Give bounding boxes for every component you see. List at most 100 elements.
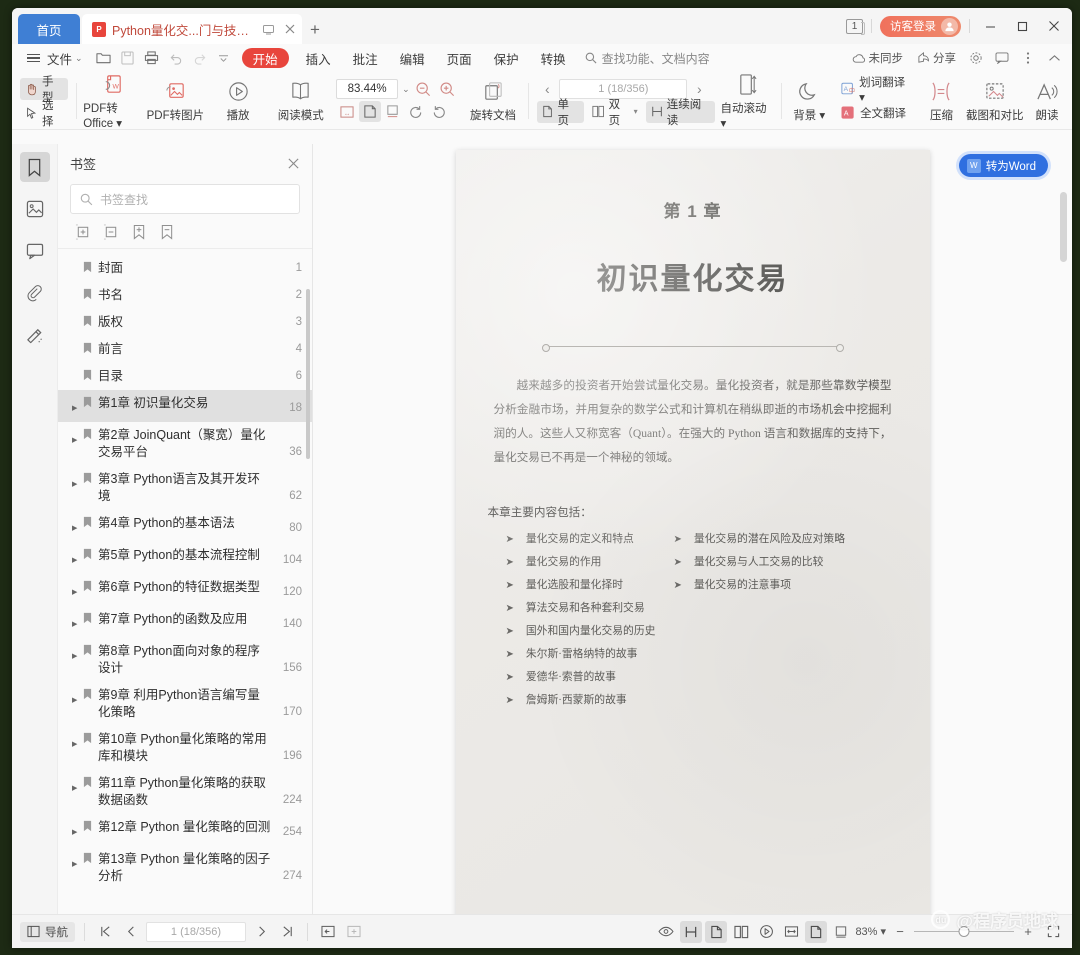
tab-convert[interactable]: 转换 — [530, 49, 577, 68]
bookmark-list-container[interactable]: 封面 1 书名 2 版权 3 前言 4 目录 6 ▶ 第1章 初识量化交易 18 ▶ 第2章 JoinQua… — [58, 248, 312, 914]
bookmark-item[interactable]: ▶ 第9章 利用Python语言编写量化策略 170 — [58, 682, 312, 726]
rotate-document-button[interactable]: 旋转文档 — [462, 79, 525, 123]
dual-page-view-button[interactable] — [730, 921, 752, 943]
redo-icon[interactable] — [188, 47, 212, 69]
auto-scroll-button[interactable]: 自动滚动 ▾ — [719, 72, 778, 130]
viewer-scrollbar[interactable] — [1060, 192, 1067, 262]
next-page-button[interactable] — [250, 921, 272, 943]
prev-page-button[interactable]: ‹ — [537, 79, 557, 99]
single-page-view-button[interactable] — [705, 920, 728, 943]
expand-caret-icon[interactable]: ▶ — [72, 819, 83, 841]
bookmark-item[interactable]: 版权 3 — [58, 309, 312, 336]
bookmark-options-icon[interactable] — [158, 223, 176, 241]
tab-home[interactable]: 首页 — [18, 14, 80, 44]
bookmark-item[interactable]: ▶ 第6章 Python的特征数据类型 120 — [58, 574, 312, 606]
screenshot-compare-button[interactable]: 截图和对比 — [963, 79, 1026, 123]
select-tool-button[interactable]: 选择 — [20, 100, 68, 128]
rail-signature-icon[interactable] — [20, 320, 50, 350]
bookmark-item[interactable]: ▶ 第8章 Python面向对象的程序设计 156 — [58, 638, 312, 682]
rail-bookmark-icon[interactable] — [19, 152, 50, 182]
pdf-to-office-button[interactable]: W PDF转Office ▾ — [81, 72, 144, 130]
open-folder-icon[interactable] — [92, 47, 116, 69]
expand-caret-icon[interactable]: ▶ — [72, 643, 83, 665]
fullscreen-icon[interactable] — [1042, 921, 1064, 943]
continuous-scroll-button[interactable] — [680, 920, 703, 943]
convert-to-word-button[interactable]: W 转为Word — [958, 154, 1048, 177]
print-icon[interactable] — [140, 47, 164, 69]
status-fit-page-button[interactable] — [805, 920, 828, 943]
expand-caret-icon[interactable]: ▶ — [72, 471, 83, 493]
pdf-to-image-button[interactable]: PDF转图片 — [144, 79, 207, 123]
rotate-ccw-icon[interactable] — [405, 101, 427, 122]
bookmark-item[interactable]: ▶ 第11章 Python量化策略的获取数据函数 224 — [58, 770, 312, 814]
document-count-badge[interactable]: 1 — [846, 18, 865, 35]
bookmark-item[interactable]: 封面 1 — [58, 255, 312, 282]
bookmark-item[interactable]: 书名 2 — [58, 282, 312, 309]
tab-detach-icon[interactable] — [260, 21, 276, 37]
navigation-toggle[interactable]: 导航 — [20, 921, 75, 942]
file-menu[interactable]: 文件 ⌄ — [18, 47, 92, 69]
search-input[interactable]: 查找功能、文档内容 — [577, 50, 718, 67]
bookmark-item[interactable]: ▶ 第13章 Python 量化策略的因子分析 274 — [58, 846, 312, 890]
bookmark-item[interactable]: 前言 4 — [58, 336, 312, 363]
new-tab-button[interactable]: + — [302, 16, 328, 44]
single-page-button[interactable]: 单页 — [537, 99, 584, 127]
minimize-button[interactable] — [978, 16, 1002, 36]
zoom-out-icon[interactable] — [414, 79, 434, 99]
status-page-input[interactable]: 1 (18/356) — [146, 921, 246, 942]
background-button[interactable]: 背景 ▾ — [786, 79, 832, 123]
play-presentation-button[interactable] — [755, 921, 777, 943]
tab-protect[interactable]: 保护 — [483, 49, 530, 68]
save-icon[interactable] — [116, 47, 140, 69]
rail-thumbnail-icon[interactable] — [20, 194, 50, 224]
undo-icon[interactable] — [164, 47, 188, 69]
quick-access-more-icon[interactable] — [212, 47, 236, 69]
rail-attachment-icon[interactable] — [20, 278, 50, 308]
tab-annotate[interactable]: 批注 — [342, 49, 389, 68]
prev-page-button[interactable] — [120, 921, 142, 943]
close-button[interactable] — [1042, 16, 1066, 36]
fit-page-icon[interactable] — [359, 101, 382, 122]
zoom-level-input[interactable]: 83.44% — [336, 79, 399, 99]
expand-caret-icon[interactable]: ▶ — [72, 395, 83, 417]
expand-caret-icon[interactable]: ▶ — [72, 731, 83, 753]
expand-caret-icon[interactable]: ▶ — [72, 547, 83, 569]
zoom-slider-knob[interactable] — [958, 926, 970, 937]
bookmark-scrollbar[interactable] — [306, 289, 310, 459]
tab-edit[interactable]: 编辑 — [389, 49, 436, 68]
add-bookmark-icon[interactable] — [130, 223, 148, 241]
tab-start[interactable]: 开始 — [241, 48, 289, 68]
pane-left-button[interactable] — [317, 921, 339, 943]
read-aloud-button[interactable]: 朗读 — [1026, 79, 1068, 123]
maximize-button[interactable] — [1010, 16, 1034, 36]
close-icon[interactable] — [287, 157, 300, 170]
expand-caret-icon[interactable]: ▶ — [72, 579, 83, 601]
bookmark-item[interactable]: ▶ 第1章 初识量化交易 18 — [58, 390, 312, 422]
zoom-slider[interactable] — [914, 925, 1014, 939]
status-fit-width-button[interactable] — [780, 921, 802, 943]
status-zoom-level[interactable]: 83% ▾ — [855, 925, 886, 939]
collapse-all-icon[interactable] — [102, 223, 120, 241]
document-viewer[interactable]: W 转为Word 第 1 章 初识量化交易 越来越多的投资者开始尝试量化交易。量… — [313, 144, 1072, 914]
word-translate-button[interactable]: A中 划词翻译 ▾ — [836, 77, 916, 104]
guest-login-button[interactable]: 访客登录 — [880, 15, 961, 37]
expand-caret-icon[interactable]: ▶ — [72, 427, 83, 449]
expand-caret-icon[interactable]: ▶ — [72, 611, 83, 633]
bookmark-item[interactable]: ▶ 第7章 Python的函数及应用 140 — [58, 606, 312, 638]
bookmark-item[interactable]: 目录 6 — [58, 363, 312, 390]
zoom-dropdown-icon[interactable]: ⌄ — [402, 84, 410, 95]
dual-page-button[interactable]: 双页 ▾ — [587, 99, 643, 127]
expand-caret-icon[interactable]: ▶ — [72, 687, 83, 709]
expand-caret-icon[interactable]: ▶ — [72, 851, 83, 873]
rail-comment-icon[interactable] — [20, 236, 50, 266]
expand-caret-icon[interactable]: ▶ — [72, 775, 83, 797]
full-translate-button[interactable]: A 全文翻译 — [836, 102, 916, 124]
fit-width-icon[interactable]: ↔ — [336, 101, 358, 122]
last-page-button[interactable] — [276, 921, 298, 943]
zoom-slider-minus[interactable]: − — [889, 921, 911, 943]
bookmark-item[interactable]: ▶ 第3章 Python语言及其开发环境 62 — [58, 466, 312, 510]
expand-all-icon[interactable] — [74, 223, 92, 241]
gear-icon[interactable] — [964, 47, 988, 69]
expand-caret-icon[interactable]: ▶ — [72, 515, 83, 537]
tab-page[interactable]: 页面 — [436, 49, 483, 68]
